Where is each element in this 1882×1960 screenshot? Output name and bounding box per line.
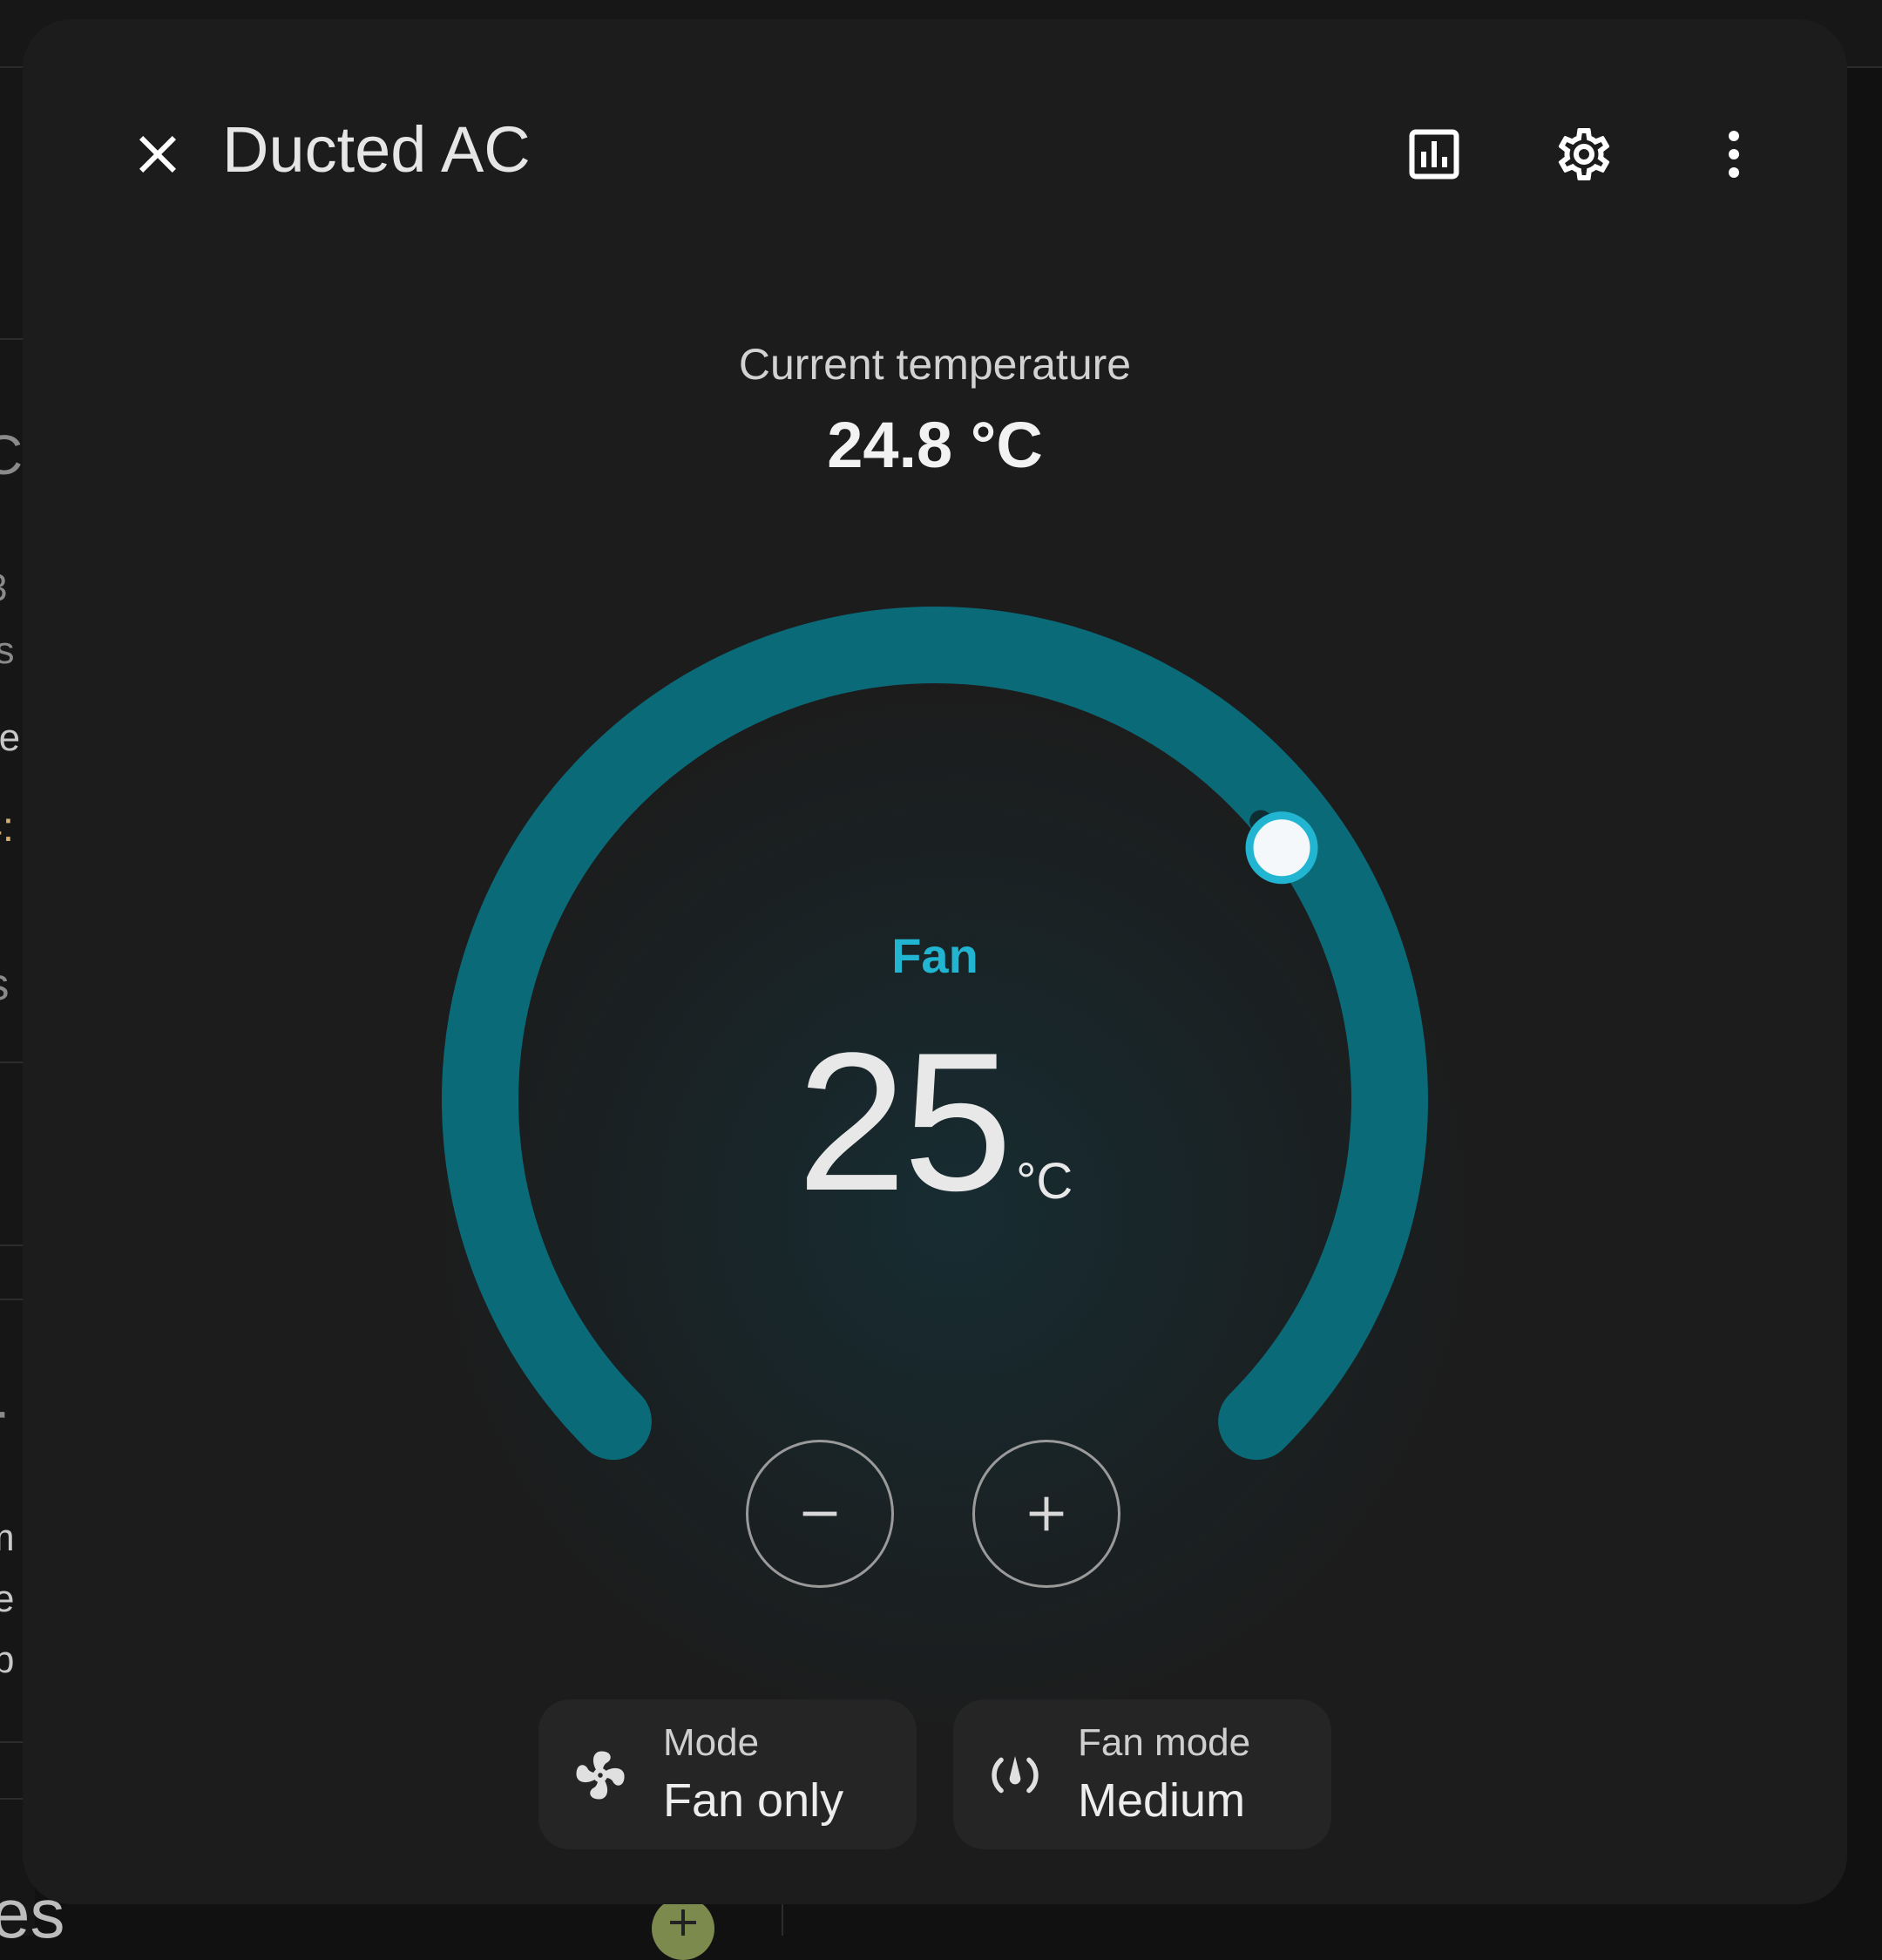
background-text-fragment: r: [0, 1386, 6, 1466]
background-text-fragment: e: [0, 1577, 15, 1620]
background-text-fragment: es: [0, 629, 15, 672]
background-text-fragment: m: [0, 1516, 15, 1560]
decrease-temperature-button[interactable]: [746, 1440, 894, 1588]
background-text-fragment: 3: [0, 566, 7, 610]
increase-temperature-button[interactable]: [972, 1440, 1120, 1588]
mode-value: Fan only: [663, 1774, 844, 1827]
fan-speed-medium-icon: [992, 1756, 1039, 1794]
target-temperature-value: 25: [796, 1011, 1012, 1231]
setpoint-handle[interactable]: [1245, 811, 1318, 885]
background-text-fragment: re: [0, 716, 21, 759]
hvac-state-label: Fan: [891, 928, 978, 983]
background-text-fragment: ts: [0, 959, 9, 1011]
minus-icon: [802, 1511, 837, 1516]
background-text-fragment: C: [0, 424, 24, 486]
more-info-dialog: Ducted AC Current temperature 24.8 °C Fa…: [23, 19, 1847, 1904]
divider: [782, 1904, 783, 1936]
mode-control[interactable]: Mode Fan only: [538, 1699, 917, 1849]
fan-mode-label: Fan mode: [1078, 1721, 1251, 1764]
background-text-fragment: 4:: [0, 804, 15, 851]
fan-icon: [576, 1751, 625, 1800]
background-add-button: [652, 1897, 714, 1960]
fan-mode-control[interactable]: Fan mode Medium: [953, 1699, 1331, 1849]
fan-mode-value: Medium: [1078, 1774, 1246, 1827]
target-temperature-unit: °C: [1016, 1153, 1073, 1210]
target-temperature: 25 °C: [23, 1013, 1847, 1231]
plus-icon: [1029, 1496, 1064, 1531]
background-text-fragment: b: [0, 1638, 15, 1681]
mode-label: Mode: [663, 1721, 760, 1764]
